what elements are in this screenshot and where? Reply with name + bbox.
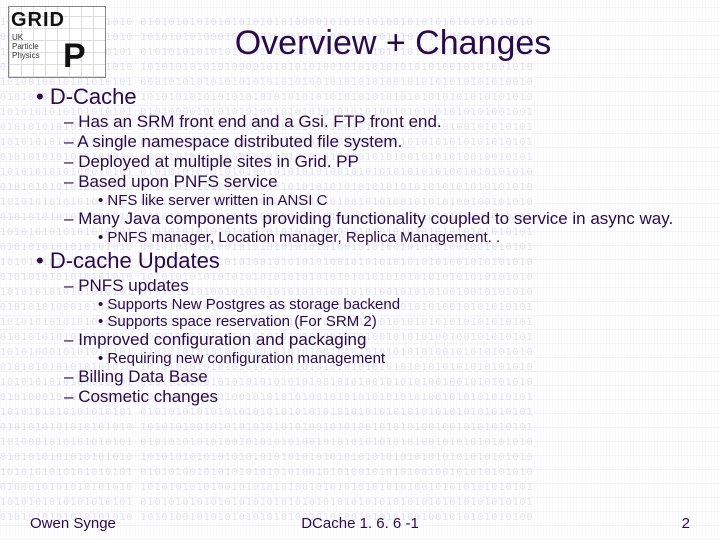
slide-body: D-Cache Has an SRM front end and a Gsi. … [0, 78, 720, 407]
list-item: Supports New Postgres as storage backend [98, 296, 690, 313]
list-item: Improved configuration and packaging [64, 330, 690, 350]
logo-big-p: P [63, 37, 86, 76]
slide: GRID UK Particle Physics P Overview + Ch… [0, 0, 720, 540]
list-item: Based upon PNFS service [64, 172, 690, 192]
list-item: Supports space reservation (For SRM 2) [98, 313, 690, 330]
list-item: Many Java components providing functiona… [64, 209, 690, 229]
footer-center: DCache 1. 6. 6 -1 [0, 515, 720, 532]
header: GRID UK Particle Physics P Overview + Ch… [0, 0, 720, 78]
list-item: Cosmetic changes [64, 387, 690, 407]
list-item: NFS like server written in ANSI C [98, 192, 690, 209]
list-item: PNFS updates [64, 276, 690, 296]
list-item: A single namespace distributed file syst… [64, 132, 690, 152]
list-item: Deployed at multiple sites in Grid. PP [64, 152, 690, 172]
list-item: PNFS manager, Location manager, Replica … [98, 229, 690, 246]
logo-subtext: UK Particle Physics [12, 33, 40, 60]
gridpp-logo: GRID UK Particle Physics P [8, 6, 106, 78]
list-item: Requiring new configuration management [98, 350, 690, 367]
logo-text-grid: GRID [11, 9, 65, 32]
footer: Owen Synge DCache 1. 6. 6 -1 2 [0, 515, 720, 532]
slide-title: Overview + Changes [106, 0, 720, 63]
list-item: Has an SRM front end and a Gsi. FTP fron… [64, 112, 690, 132]
section-heading-dcache: D-Cache [36, 84, 690, 110]
list-item: Billing Data Base [64, 367, 690, 387]
section-heading-updates: D-cache Updates [36, 248, 690, 274]
